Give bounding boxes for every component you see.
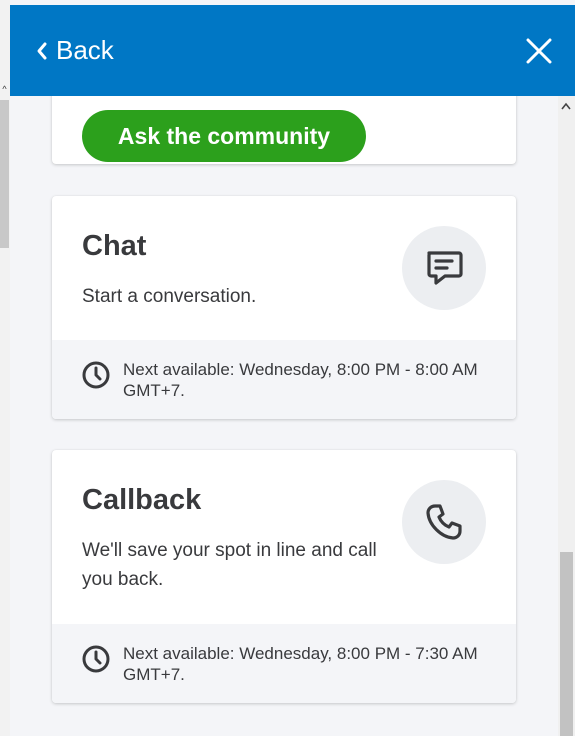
chat-title: Chat bbox=[82, 230, 147, 262]
chat-description: Start a conversation. bbox=[82, 286, 257, 307]
background-scrollbar bbox=[0, 100, 9, 248]
phone-icon-circle bbox=[402, 480, 486, 564]
callback-title: Callback bbox=[82, 484, 202, 516]
help-panel: Back Ask the community Chat Start a conv… bbox=[10, 0, 575, 736]
chat-availability-text: Next available: Wednesday, 8:00 PM - 8:0… bbox=[123, 360, 478, 400]
clock-icon bbox=[82, 645, 110, 673]
phone-icon bbox=[426, 504, 462, 540]
chat-icon-circle bbox=[402, 226, 486, 310]
chevron-left-icon bbox=[37, 42, 47, 59]
panel-content[interactable]: Ask the community Chat Start a conversat… bbox=[10, 96, 558, 736]
callback-availability: Next available: Wednesday, 8:00 PM - 7:3… bbox=[52, 624, 516, 703]
close-icon bbox=[526, 38, 552, 63]
scroll-up-icon[interactable] bbox=[561, 102, 571, 110]
caret-up-icon: ^ bbox=[2, 84, 7, 94]
callback-description: We'll save your spot in line and call yo… bbox=[82, 540, 377, 590]
chat-bubble-icon bbox=[427, 251, 463, 285]
chat-card[interactable]: Chat Start a conversation. Next availabl… bbox=[52, 196, 516, 419]
scrollbar-thumb[interactable] bbox=[560, 552, 573, 736]
back-button[interactable]: Back bbox=[36, 35, 114, 66]
screen: ^ Back Ask the community Chat Start a co… bbox=[0, 0, 575, 736]
clock-icon bbox=[82, 361, 110, 389]
ask-community-button[interactable]: Ask the community bbox=[82, 110, 366, 162]
back-label: Back bbox=[56, 35, 114, 65]
callback-availability-text: Next available: Wednesday, 8:00 PM - 7:3… bbox=[123, 644, 478, 684]
community-card: Ask the community bbox=[52, 96, 516, 164]
close-button[interactable] bbox=[519, 31, 559, 71]
chat-availability: Next available: Wednesday, 8:00 PM - 8:0… bbox=[52, 340, 516, 419]
ask-community-label: Ask the community bbox=[117, 122, 331, 149]
panel-scrollbar[interactable] bbox=[558, 96, 575, 736]
panel-header: Back bbox=[10, 5, 575, 96]
callback-card[interactable]: Callback We'll save your spot in line an… bbox=[52, 450, 516, 703]
